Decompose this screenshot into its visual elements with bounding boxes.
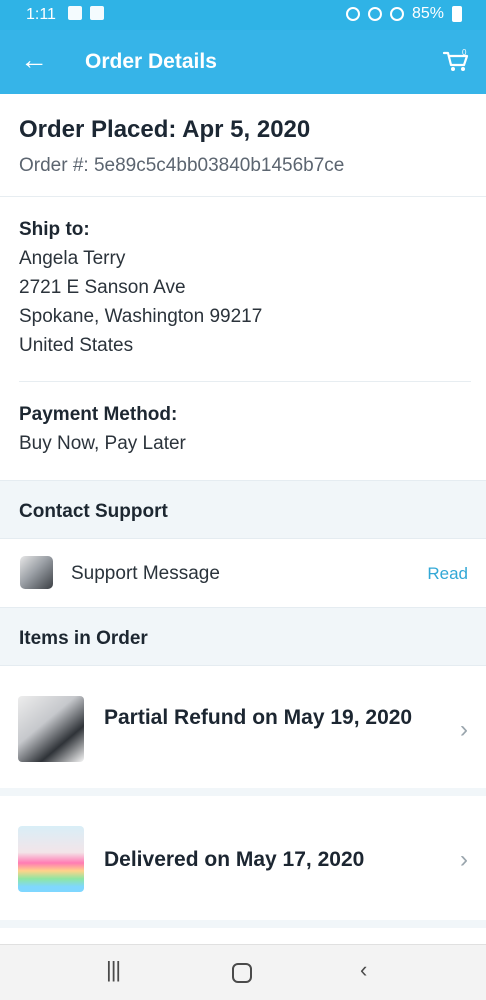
divider — [19, 381, 471, 382]
status-time: 1:11 — [26, 6, 56, 23]
back-icon[interactable]: ‹ — [360, 959, 367, 981]
signal-icon — [389, 7, 404, 21]
order-placed: Order Placed: Apr 5, 2020 — [19, 116, 311, 143]
order-item-1[interactable]: Partial Refund on May 19, 2020 › — [0, 666, 486, 796]
item-title: Delivered on May 17, 2020 — [104, 848, 365, 871]
order-header: Order Placed: Apr 5, 2020 Order #: 5e89c… — [0, 94, 486, 197]
payment-value: Buy Now, Pay Later — [19, 433, 186, 454]
order-number: Order #: 5e89c5c4bb03840b1456b7ce — [19, 155, 345, 176]
status-right: 85% — [345, 5, 462, 23]
contact-support-header: Contact Support — [0, 480, 486, 539]
ship-to-block: Ship to: Angela Terry 2721 E Sanson Ave … — [19, 219, 471, 357]
mute-icon — [345, 7, 360, 21]
recent-apps-icon[interactable]: ||| — [106, 959, 121, 981]
item-image — [18, 826, 84, 892]
item-image — [18, 696, 84, 762]
ship-name: Angela Terry — [19, 248, 126, 269]
message-icon — [68, 6, 82, 20]
cart-count: 0 — [462, 48, 467, 57]
order-item-2[interactable]: Delivered on May 17, 2020 › — [0, 796, 486, 928]
support-message-row[interactable]: Support Message Read — [0, 539, 486, 607]
cart-icon[interactable]: 0 — [442, 46, 470, 74]
ship-street: 2721 E Sanson Ave — [19, 277, 186, 298]
support-message-label: Support Message — [71, 563, 220, 584]
status-left-icons — [68, 6, 104, 20]
battery-percent: 85% — [411, 5, 444, 22]
content: Order Placed: Apr 5, 2020 Order #: 5e89c… — [0, 94, 486, 928]
payment-label: Payment Method: — [19, 404, 178, 425]
arrow-left-icon[interactable]: ← — [20, 46, 48, 74]
status-bar: 1:11 85% — [0, 0, 486, 30]
item-title: Partial Refund on May 19, 2020 — [104, 706, 413, 729]
battery-icon — [452, 6, 462, 22]
wifi-icon — [367, 7, 382, 21]
payment-block: Payment Method: Buy Now, Pay Later — [19, 404, 471, 455]
chevron-right-icon: › — [460, 846, 468, 873]
contact-support-label: Contact Support — [19, 501, 168, 522]
ship-country: United States — [19, 335, 134, 356]
app-icon — [90, 6, 104, 20]
items-label: Items in Order — [19, 628, 148, 649]
ship-to-label: Ship to: — [19, 219, 90, 240]
ship-city: Spokane, Washington 99217 — [19, 306, 263, 327]
read-link[interactable]: Read — [427, 564, 468, 584]
items-header: Items in Order — [0, 607, 486, 666]
app-bar: ← Order Details 0 — [0, 30, 486, 94]
chevron-right-icon: › — [460, 716, 468, 743]
system-navbar: ||| ‹ — [0, 944, 486, 1000]
home-icon[interactable] — [232, 963, 252, 983]
page-title: Order Details — [85, 50, 217, 73]
support-thumbnail — [20, 556, 53, 589]
